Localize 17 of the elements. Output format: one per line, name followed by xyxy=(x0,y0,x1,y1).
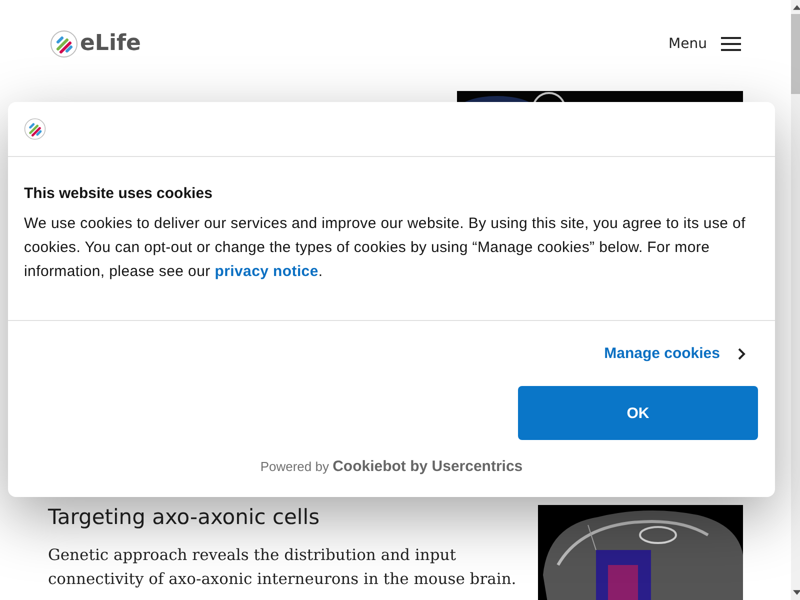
powered-by-text: Powered by Cookiebot by Usercentrics xyxy=(260,458,523,475)
article-title[interactable]: Targeting axo-axonic cells xyxy=(48,505,518,529)
dialog-text: We use cookies to deliver our services and improve our website. By using this site, you agree to its use of cookies. You can opt-out or change the types of cookies by using “Manage cookies” below. For more information, please see our privacy notice. xyxy=(24,214,746,282)
dialog-heading: This website uses cookies xyxy=(24,185,214,202)
menu-button[interactable]: Menu xyxy=(668,36,741,52)
logo-icon[interactable] xyxy=(50,30,78,58)
menu-icon xyxy=(721,36,741,50)
logo-icon xyxy=(24,118,46,140)
scroll-down-icon[interactable] xyxy=(792,590,800,595)
privacy-notice-link[interactable]: privacy notice xyxy=(214,263,318,280)
scroll-up-icon[interactable] xyxy=(792,5,800,10)
ok-button[interactable]: OK xyxy=(518,386,758,440)
logo-text[interactable]: eLife xyxy=(80,31,141,56)
chevron-icon xyxy=(738,348,746,360)
article-summary: Genetic approach reveals the distribution and input connectivity of axo-axonic interneurons in the mouse brain. xyxy=(48,545,518,590)
manage-cookies-button[interactable]: Manage cookies xyxy=(604,345,758,362)
scrollbar-thumb[interactable] xyxy=(791,14,800,94)
